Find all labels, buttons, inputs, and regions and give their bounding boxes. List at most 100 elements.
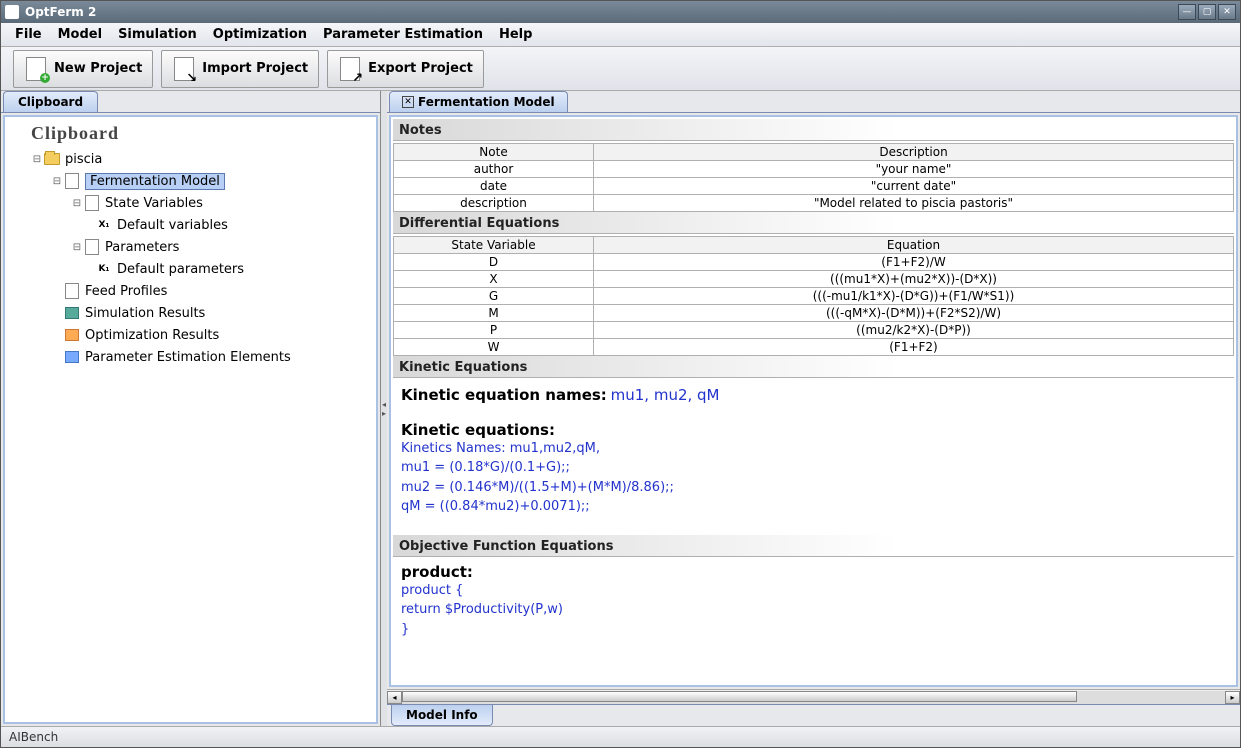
right-tab-strip: ✕ Fermentation Model bbox=[387, 91, 1240, 113]
diffeq-table[interactable]: State VariableEquation D(F1+F2)/W X(((mu… bbox=[393, 236, 1234, 356]
menu-optimization[interactable]: Optimization bbox=[205, 24, 315, 45]
bottom-tab-strip: Model Info bbox=[387, 704, 1240, 726]
diffeq-col-equation: Equation bbox=[594, 237, 1234, 254]
tree-toggle-icon[interactable]: ⊟ bbox=[31, 154, 43, 165]
new-project-icon: + bbox=[24, 57, 48, 81]
tab-fermentation-model-label: Fermentation Model bbox=[418, 95, 555, 109]
tree-opt-label: Optimization Results bbox=[85, 328, 219, 343]
toolbar: + New Project ↘ Import Project ↗ Export … bbox=[1, 47, 1240, 91]
table-row: description"Model related to piscia past… bbox=[394, 195, 1234, 212]
tree-default-parameters[interactable]: K₁ Default parameters bbox=[5, 258, 376, 280]
tree-default-variables[interactable]: X₁ Default variables bbox=[5, 214, 376, 236]
statusbar: AIBench bbox=[1, 726, 1240, 747]
obj-box: product: product { return $Productivity(… bbox=[393, 559, 1234, 644]
menu-simulation[interactable]: Simulation bbox=[110, 24, 205, 45]
doc-icon bbox=[83, 194, 101, 212]
section-notes-title: Notes bbox=[393, 119, 1234, 140]
doc-icon bbox=[63, 282, 81, 300]
tree-parameters[interactable]: ⊟ Parameters bbox=[5, 236, 376, 258]
scroll-thumb[interactable] bbox=[402, 691, 1077, 702]
table-row: date"current date" bbox=[394, 178, 1234, 195]
tree-state-variables[interactable]: ⊟ State Variables bbox=[5, 192, 376, 214]
table-row: W(F1+F2) bbox=[394, 339, 1234, 356]
parameter-icon: K₁ bbox=[95, 260, 113, 278]
window-title: OptFerm 2 bbox=[25, 5, 1178, 19]
section-obj-title: Objective Function Equations bbox=[393, 535, 1234, 556]
tree-default-params-label: Default parameters bbox=[117, 262, 244, 277]
simulation-icon bbox=[63, 304, 81, 322]
menubar: File Model Simulation Optimization Param… bbox=[1, 23, 1240, 47]
content-panel: Notes NoteDescription author"your name" … bbox=[389, 115, 1238, 687]
tree-toggle-icon[interactable]: ⊟ bbox=[71, 242, 83, 253]
tree-toggle-icon[interactable]: ⊟ bbox=[71, 198, 83, 209]
scroll-track[interactable] bbox=[402, 691, 1225, 704]
maximize-button[interactable]: ▢ bbox=[1198, 4, 1216, 20]
table-row: author"your name" bbox=[394, 161, 1234, 178]
menu-model[interactable]: Model bbox=[50, 24, 110, 45]
tree-parameter-estimation-elements[interactable]: Parameter Estimation Elements bbox=[5, 346, 376, 368]
menu-parameter-estimation[interactable]: Parameter Estimation bbox=[315, 24, 491, 45]
tree-optimization-results[interactable]: Optimization Results bbox=[5, 324, 376, 346]
parameter-estimation-icon bbox=[63, 348, 81, 366]
horizontal-scrollbar[interactable]: ◂ ▸ bbox=[387, 689, 1240, 704]
menu-file[interactable]: File bbox=[7, 24, 50, 45]
kinetic-box: Kinetic equation names: mu1, mu2, qM Kin… bbox=[393, 380, 1234, 521]
export-project-button[interactable]: ↗ Export Project bbox=[327, 50, 484, 88]
kinetic-line: qM = ((0.84*mu2)+0.0071);; bbox=[401, 497, 1226, 517]
right-pane: ✕ Fermentation Model Notes NoteDescripti… bbox=[387, 91, 1240, 726]
tab-close-icon[interactable]: ✕ bbox=[402, 96, 414, 108]
import-project-icon: ↘ bbox=[172, 57, 196, 81]
tree-project-label: piscia bbox=[65, 152, 102, 167]
tab-fermentation-model[interactable]: ✕ Fermentation Model bbox=[389, 91, 568, 112]
statusbar-text: AIBench bbox=[9, 730, 58, 744]
table-row: D(F1+F2)/W bbox=[394, 254, 1234, 271]
tree-model-label: Fermentation Model bbox=[85, 173, 225, 190]
obj-line: } bbox=[401, 620, 1226, 640]
left-pane: Clipboard Clipboard ⊟ piscia ⊟ Fermentat… bbox=[1, 91, 381, 726]
tree-default-vars-label: Default variables bbox=[117, 218, 228, 233]
import-project-button[interactable]: ↘ Import Project bbox=[161, 50, 319, 88]
obj-line: return $Productivity(P,w) bbox=[401, 600, 1226, 620]
export-project-label: Export Project bbox=[368, 61, 473, 76]
notes-col-note: Note bbox=[394, 144, 594, 161]
new-project-button[interactable]: + New Project bbox=[13, 50, 153, 88]
model-icon bbox=[63, 172, 81, 190]
obj-line: product { bbox=[401, 581, 1226, 601]
tree-project[interactable]: ⊟ piscia bbox=[5, 148, 376, 170]
tree-toggle-icon[interactable]: ⊟ bbox=[51, 176, 63, 187]
section-diffeq-title: Differential Equations bbox=[393, 212, 1234, 233]
notes-col-description: Description bbox=[594, 144, 1234, 161]
table-row: X(((mu1*X)+(mu2*X))-(D*X)) bbox=[394, 271, 1234, 288]
kinetic-names-label: Kinetic equation names: bbox=[401, 386, 607, 404]
notes-table[interactable]: NoteDescription author"your name" date"c… bbox=[393, 143, 1234, 212]
obj-product-label: product: bbox=[401, 563, 1226, 581]
tree-simulation-results[interactable]: Simulation Results bbox=[5, 302, 376, 324]
tree-feed-label: Feed Profiles bbox=[85, 284, 167, 299]
section-kinetic-title: Kinetic Equations bbox=[393, 356, 1234, 377]
tree-feed-profiles[interactable]: Feed Profiles bbox=[5, 280, 376, 302]
menu-help[interactable]: Help bbox=[491, 24, 540, 45]
titlebar[interactable]: OptFerm 2 — ▢ ✕ bbox=[1, 1, 1240, 23]
tree-params-label: Parameters bbox=[105, 240, 179, 255]
close-button[interactable]: ✕ bbox=[1218, 4, 1236, 20]
diffeq-col-state: State Variable bbox=[394, 237, 594, 254]
scroll-left-button[interactable]: ◂ bbox=[387, 691, 402, 704]
tree-sim-label: Simulation Results bbox=[85, 306, 205, 321]
scroll-right-button[interactable]: ▸ bbox=[1225, 691, 1240, 704]
tree-pe-label: Parameter Estimation Elements bbox=[85, 350, 291, 365]
workspace: Clipboard Clipboard ⊟ piscia ⊟ Fermentat… bbox=[1, 91, 1240, 726]
left-tab-strip: Clipboard bbox=[1, 91, 380, 113]
clipboard-header: Clipboard bbox=[5, 121, 376, 148]
kinetic-names-value: mu1, mu2, qM bbox=[611, 386, 720, 404]
tree-panel: Clipboard ⊟ piscia ⊟ Fermentation Model … bbox=[3, 115, 378, 724]
variable-icon: X₁ bbox=[95, 216, 113, 234]
tab-model-info[interactable]: Model Info bbox=[391, 705, 493, 726]
table-row: G(((-mu1/k1*X)-(D*G))+(F1/W*S1)) bbox=[394, 288, 1234, 305]
minimize-button[interactable]: — bbox=[1178, 4, 1196, 20]
tree-fermentation-model[interactable]: ⊟ Fermentation Model bbox=[5, 170, 376, 192]
app-icon bbox=[5, 5, 19, 19]
folder-icon bbox=[43, 150, 61, 168]
doc-icon bbox=[83, 238, 101, 256]
table-row: P((mu2/k2*X)-(D*P)) bbox=[394, 322, 1234, 339]
tab-clipboard[interactable]: Clipboard bbox=[3, 91, 98, 112]
